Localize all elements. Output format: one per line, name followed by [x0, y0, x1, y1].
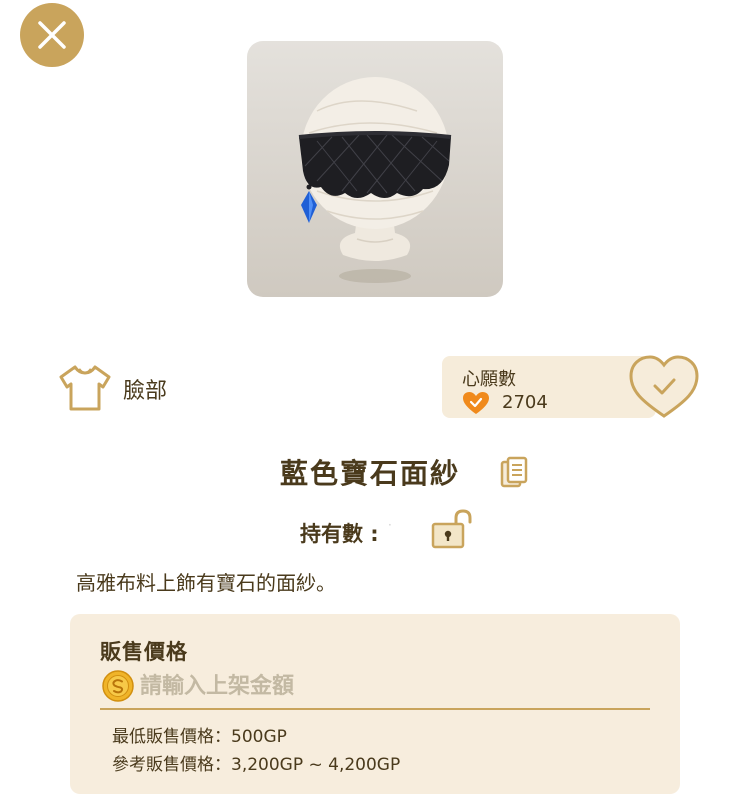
- item-preview-image: [247, 41, 503, 297]
- coin-icon: [102, 670, 134, 702]
- owned-count-value: ·: [388, 518, 392, 532]
- item-description: 高雅布料上飾有寶石的面紗。: [76, 571, 336, 595]
- price-panel: 販售價格 最低販售價格：500GP 參考販售價格：3,200GP ~ 4,200…: [70, 614, 680, 794]
- shirt-icon: [59, 365, 111, 411]
- min-price-text: 最低販售價格：500GP: [112, 727, 287, 747]
- copy-icon[interactable]: [500, 456, 528, 488]
- owned-count-label: 持有數 :: [300, 522, 379, 546]
- wishlist-title: 心願數: [462, 369, 516, 390]
- unlocked-padlock-icon[interactable]: [430, 508, 474, 550]
- close-button[interactable]: [20, 3, 84, 67]
- price-input[interactable]: [140, 670, 640, 702]
- heart-icon: [463, 392, 489, 414]
- price-title: 販售價格: [100, 640, 188, 664]
- price-input-underline: [100, 708, 650, 710]
- reference-price-text: 參考販售價格：3,200GP ~ 4,200GP: [112, 755, 401, 775]
- wishlist-heart-button[interactable]: [628, 354, 700, 420]
- wishlist-panel: 心願數 2704: [442, 356, 656, 418]
- close-icon: [38, 21, 66, 49]
- item-name: 藍色寶石面紗: [280, 457, 461, 490]
- category-label: 臉部: [123, 379, 168, 404]
- wishlist-count: 2704: [502, 392, 548, 413]
